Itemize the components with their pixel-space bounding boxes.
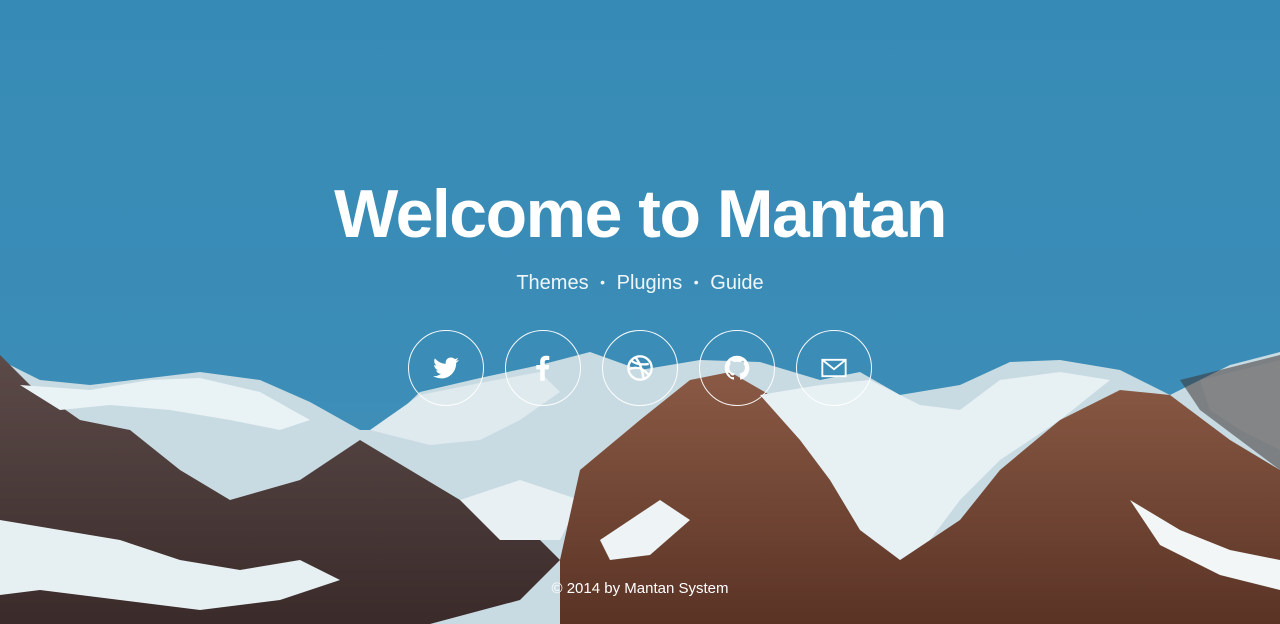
facebook-button[interactable]: [505, 330, 581, 406]
github-button[interactable]: [699, 330, 775, 406]
twitter-button[interactable]: [408, 330, 484, 406]
hero-nav: Themes • Plugins • Guide: [0, 268, 1280, 297]
nav-link-plugins[interactable]: Plugins: [617, 272, 683, 294]
nav-link-guide[interactable]: Guide: [710, 272, 763, 294]
footer-copyright: © 2014 by Mantan System: [551, 580, 729, 597]
hero-title: Welcome to Mantan: [334, 176, 947, 252]
nav-separator: •: [600, 274, 606, 290]
nav-link-themes[interactable]: Themes: [516, 272, 588, 294]
social-links: [0, 330, 1280, 406]
email-button[interactable]: [796, 330, 872, 406]
email-icon: [821, 358, 847, 378]
mountain-background: [0, 0, 1280, 624]
dribbble-button[interactable]: [602, 330, 678, 406]
github-icon: [724, 355, 750, 380]
facebook-icon: [536, 355, 550, 381]
nav-separator: •: [693, 274, 699, 290]
twitter-icon: [433, 357, 459, 379]
dribbble-icon: [627, 355, 653, 381]
